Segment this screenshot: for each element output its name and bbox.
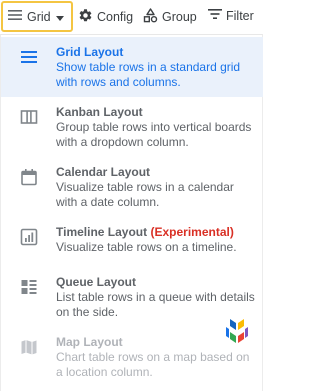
experimental-badge: (Experimental) — [150, 225, 234, 239]
menu-item-description: List table rows in a queue with details … — [56, 290, 255, 319]
config-button[interactable]: Config — [78, 8, 133, 26]
filter-lines-icon — [208, 8, 222, 23]
group-label: Group — [162, 10, 197, 24]
queue-list-icon — [20, 278, 38, 296]
filter-label: Filter — [226, 8, 254, 23]
gear-icon — [78, 8, 93, 26]
grid-lines-icon — [8, 9, 22, 24]
menu-item-description: Visualize table rows in a calendar with … — [56, 180, 234, 209]
group-button[interactable]: Group — [143, 8, 197, 26]
menu-item-title: Queue Layout — [56, 275, 137, 289]
menu-item-description: Visualize table rows on a timeline. — [56, 240, 237, 254]
calendar-icon — [20, 168, 38, 186]
menu-item-title: Calendar Layout — [56, 165, 151, 179]
config-label: Config — [97, 10, 134, 24]
caret-down-icon — [55, 10, 64, 24]
group-shapes-icon — [143, 8, 158, 26]
menu-item-calendar-layout[interactable]: Calendar Layout Visualize table rows in … — [1, 157, 263, 217]
view-selector-button[interactable]: Grid — [1, 1, 73, 32]
menu-item-title: Timeline Layout (Experimental) — [56, 225, 234, 239]
toolbar: Grid Config Group Filter — [0, 0, 263, 34]
filter-button[interactable]: Filter — [208, 8, 254, 23]
app-logo — [223, 317, 251, 345]
kanban-columns-icon — [20, 108, 38, 126]
menu-item-description: Chart table rows on a map based on a loc… — [56, 350, 250, 379]
menu-item-title: Map Layout — [56, 335, 123, 349]
menu-item-grid-layout[interactable]: Grid Layout Show table rows in a standar… — [1, 37, 263, 97]
menu-item-description: Group table rows into vertical boards wi… — [56, 120, 252, 149]
menu-item-description: Show table rows in a standard grid with … — [56, 60, 241, 89]
menu-item-kanban-layout[interactable]: Kanban Layout Group table rows into vert… — [1, 97, 263, 157]
menu-item-title: Kanban Layout — [56, 105, 143, 119]
menu-item-title-text: Timeline Layout — [56, 225, 148, 239]
menu-item-title: Grid Layout — [56, 45, 124, 59]
grid-lines-icon — [20, 48, 38, 66]
view-selector-label: Grid — [27, 9, 51, 24]
layout-menu: Grid Layout Show table rows in a standar… — [0, 34, 263, 391]
timeline-chart-icon — [20, 228, 38, 246]
map-icon — [20, 338, 38, 356]
